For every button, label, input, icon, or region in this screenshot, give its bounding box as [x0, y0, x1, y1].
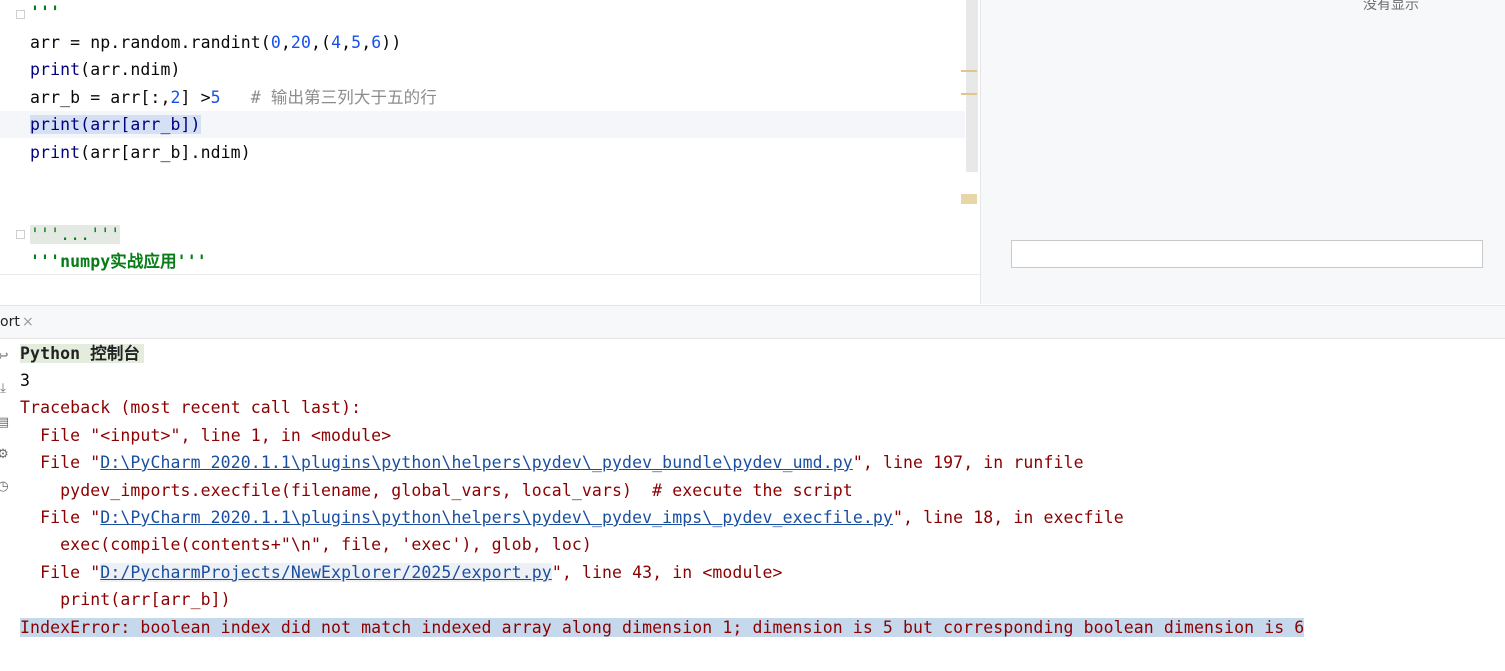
console-title-line: Python 控制台	[20, 340, 145, 367]
marker-stripe[interactable]	[961, 70, 977, 72]
console-toolbar: ↩ ⤓ ▤ ⚙ ◷	[0, 340, 14, 671]
traceback-header: Traceback (most recent call last):	[20, 398, 362, 417]
scroll-to-end-icon[interactable]: ⤓	[0, 380, 10, 398]
history-icon[interactable]: ◷	[0, 478, 10, 496]
evaluate-input[interactable]	[1011, 240, 1483, 268]
code-line-6: print(arr[arr_b].ndim)	[30, 143, 251, 162]
code-line-2: arr = np.random.randint(0,20,(4,5,6))	[30, 33, 402, 52]
code-line-docstring: '''numpy实战应用'''	[30, 252, 207, 271]
fold-marker-icon[interactable]	[16, 230, 25, 239]
error-message-line: IndexError: boolean index did not match …	[20, 614, 1305, 641]
traceback-code: exec(compile(contents+"\n", file, 'exec'…	[20, 535, 592, 554]
editor-scrollbar[interactable]	[966, 0, 978, 172]
console-title: Python 控制台	[20, 344, 145, 363]
file-link[interactable]: D:\PyCharm 2020.1.1\plugins\python\helpe…	[100, 453, 853, 472]
close-icon[interactable]: ×	[22, 314, 34, 330]
editor-divider	[0, 274, 980, 275]
file-link[interactable]: D:\PyCharm 2020.1.1\plugins\python\helpe…	[100, 508, 893, 527]
traceback-frame: File "<input>", line 1, in <module>	[20, 426, 392, 445]
marker-block[interactable]	[961, 194, 977, 204]
code-line-4: arr_b = arr[:,2] >5 # 输出第三列大于五的行	[30, 88, 437, 107]
python-console[interactable]: ↩ ⤓ ▤ ⚙ ◷ Python 控制台 3 Traceback (most r…	[0, 340, 1505, 671]
folded-block: '''...'''	[30, 225, 121, 244]
fold-marker-icon[interactable]	[16, 10, 25, 19]
code-line-5: print(arr[arr_b])	[30, 111, 201, 138]
soft-wrap-icon[interactable]: ↩	[0, 348, 10, 366]
settings-icon[interactable]: ⚙	[0, 446, 10, 464]
file-link[interactable]: D:/PycharmProjects/NewExplorer/2025/expo…	[100, 563, 552, 582]
console-output: 3	[20, 371, 31, 390]
traceback-code: pydev_imports.execfile(filename, global_…	[20, 481, 853, 500]
traceback-frame: File "D:/PycharmProjects/NewExplorer/202…	[20, 563, 783, 582]
code-editor[interactable]: ''' arr = np.random.randint(0,20,(4,5,6)…	[0, 0, 980, 304]
tool-window-tab-bar: ort ×	[0, 305, 1505, 339]
marker-stripe[interactable]	[961, 93, 977, 95]
traceback-frame: File "D:\PyCharm 2020.1.1\plugins\python…	[20, 508, 1124, 527]
variables-panel: 没有显示	[980, 0, 1505, 304]
code-line-folded[interactable]: '''...'''	[30, 221, 121, 248]
code-line-1: '''	[30, 3, 61, 22]
traceback-frame: File "D:\PyCharm 2020.1.1\plugins\python…	[20, 453, 1084, 472]
traceback-code: print(arr[arr_b])	[20, 590, 231, 609]
no-display-label: 没有显示	[1363, 0, 1419, 13]
error-message: IndexError: boolean index did not match …	[20, 618, 1305, 637]
tab-export[interactable]: ort	[0, 314, 20, 330]
selected-code: print(arr[arr_b])	[30, 115, 201, 134]
code-line-3: print(arr.ndim)	[30, 60, 181, 79]
print-icon[interactable]: ▤	[0, 414, 10, 432]
